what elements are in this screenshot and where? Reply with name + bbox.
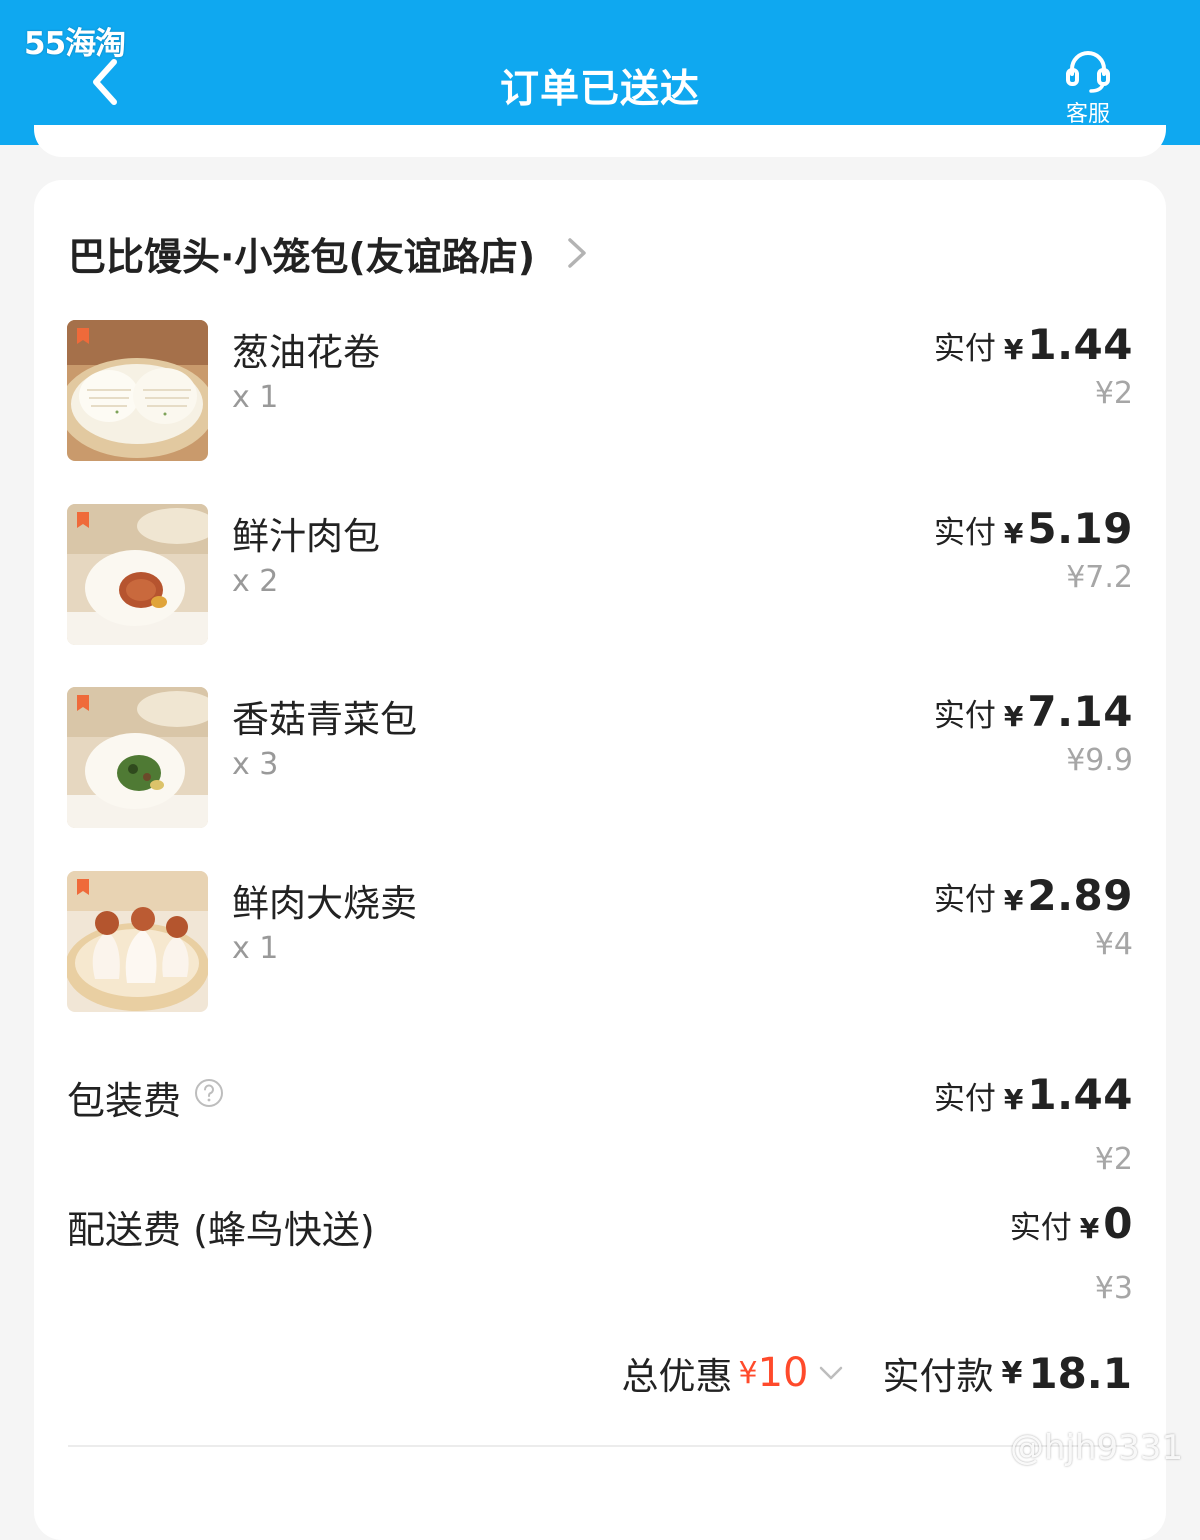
chevron-down-icon[interactable] xyxy=(816,1358,846,1388)
scallion-roll-image[interactable] xyxy=(67,320,208,461)
item-original-price: ¥2 xyxy=(1094,376,1133,411)
customer-service-button[interactable]: 客服 xyxy=(1052,50,1124,128)
currency-symbol: ¥ xyxy=(1079,1212,1100,1245)
order-item: 鲜汁肉包 x 2 实付 ¥5.19 ¥7.2 xyxy=(67,504,1133,646)
shaomai-image[interactable] xyxy=(67,871,208,1012)
paid-amount: 1.44 xyxy=(1027,1070,1133,1119)
currency-symbol: ¥ xyxy=(1003,1083,1024,1116)
paid-label: 实付 xyxy=(933,331,996,367)
item-paid-price: 实付 ¥5.19 xyxy=(934,504,1133,553)
paid-label: 实付 xyxy=(933,1081,996,1117)
total-label: 实付款 xyxy=(882,1355,994,1398)
item-quantity: x 1 xyxy=(232,931,279,966)
paid-amount: 2.89 xyxy=(1027,871,1133,920)
paid-label: 实付 xyxy=(933,882,996,918)
fee-name: 配送费 (蜂鸟快送) xyxy=(67,1208,375,1252)
page-title: 订单已送达 xyxy=(499,67,700,112)
currency-symbol: ¥ xyxy=(1003,884,1024,917)
item-quantity: x 3 xyxy=(232,747,279,782)
fee-original-price: ¥3 xyxy=(1094,1271,1133,1306)
item-paid-price: 实付 ¥2.89 xyxy=(934,871,1133,920)
fee-original-price: ¥2 xyxy=(1094,1142,1133,1177)
item-name: 葱油花卷 xyxy=(232,331,380,374)
item-original-price: ¥7.2 xyxy=(1066,560,1133,595)
order-summary: 总优惠 ¥10 实付款 ¥18.1 xyxy=(621,1346,1132,1406)
mushroom-veggie-bun-image[interactable] xyxy=(67,687,208,828)
shop-name-link[interactable]: 巴比馒头·小笼包(友谊路店) xyxy=(68,226,535,281)
currency-symbol: ¥ xyxy=(1003,333,1024,366)
item-original-price: ¥9.9 xyxy=(1066,743,1133,778)
headset-icon xyxy=(1066,51,1110,93)
delivery-fee-row: 配送费 (蜂鸟快送) 实付 ¥0 ¥3 xyxy=(67,1199,1133,1306)
discount-amount: 10 xyxy=(757,1350,809,1396)
order-detail-card: 巴比馒头·小笼包(友谊路店) 葱油花卷 x 1 实付 ¥1.44 ¥2 鲜汁肉包… xyxy=(34,180,1166,1540)
discount-currency: ¥ xyxy=(738,1355,758,1391)
pork-bun-image[interactable] xyxy=(67,504,208,645)
total-amount: 18.1 xyxy=(1028,1348,1132,1398)
paid-amount: 1.44 xyxy=(1027,320,1133,369)
fee-paid-price: 实付 ¥0 xyxy=(1010,1199,1133,1248)
chevron-right-icon[interactable] xyxy=(564,234,590,272)
watermark: @hjh9331 xyxy=(1010,1428,1184,1468)
fee-name: 包装费 xyxy=(67,1079,182,1123)
fee-paid-price: 实付 ¥1.44 xyxy=(934,1070,1133,1119)
item-original-price: ¥4 xyxy=(1094,927,1133,962)
order-item: 葱油花卷 x 1 实付 ¥1.44 ¥2 xyxy=(67,320,1133,462)
paid-label: 实付 xyxy=(933,515,996,551)
item-name: 鲜肉大烧卖 xyxy=(232,882,417,925)
item-paid-price: 实付 ¥7.14 xyxy=(934,687,1133,736)
top-bar: 55海淘 订单已送达 客服 xyxy=(0,0,1200,145)
question-icon[interactable] xyxy=(194,1078,224,1108)
item-name: 鲜汁肉包 xyxy=(232,515,380,558)
paid-label: 实付 xyxy=(1009,1210,1072,1246)
packaging-fee-row: 包装费 实付 ¥1.44 ¥2 xyxy=(67,1070,1133,1177)
customer-service-label: 客服 xyxy=(1065,102,1110,127)
paid-amount: 7.14 xyxy=(1027,687,1133,736)
discount-label: 总优惠 xyxy=(621,1355,733,1398)
item-paid-price: 实付 ¥1.44 xyxy=(934,320,1133,369)
paid-amount: 0 xyxy=(1103,1199,1133,1248)
order-item: 鲜肉大烧卖 x 1 实付 ¥2.89 ¥4 xyxy=(67,871,1133,1013)
currency-symbol: ¥ xyxy=(1003,517,1024,550)
previous-card-edge xyxy=(34,125,1166,157)
paid-label: 实付 xyxy=(933,698,996,734)
item-name: 香菇青菜包 xyxy=(232,698,417,741)
order-item: 香菇青菜包 x 3 实付 ¥7.14 ¥9.9 xyxy=(67,687,1133,829)
paid-amount: 5.19 xyxy=(1027,504,1133,553)
item-quantity: x 1 xyxy=(232,380,279,415)
item-quantity: x 2 xyxy=(232,564,279,599)
currency-symbol: ¥ xyxy=(1003,700,1024,733)
divider xyxy=(68,1445,1132,1447)
total-currency: ¥ xyxy=(1001,1355,1023,1391)
